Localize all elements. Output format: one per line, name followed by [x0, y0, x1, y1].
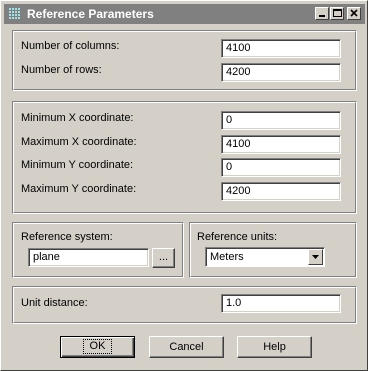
max-x-input[interactable]: 4100: [221, 135, 341, 154]
reference-parameters-dialog: Reference Parameters Number of columns: …: [0, 0, 368, 371]
max-y-label: Maximum Y coordinate:: [21, 183, 137, 195]
columns-input[interactable]: 4100: [221, 39, 341, 58]
min-x-label: Minimum X coordinate:: [21, 112, 134, 124]
browse-button[interactable]: ...: [152, 248, 175, 268]
min-y-label: Minimum Y coordinate:: [21, 159, 134, 171]
unit-distance-input[interactable]: 1.0: [221, 294, 341, 313]
close-icon: [350, 9, 358, 17]
title-bar[interactable]: Reference Parameters: [4, 4, 365, 24]
columns-label: Number of columns:: [21, 40, 120, 52]
minimize-button[interactable]: [315, 7, 329, 20]
reference-system-label: Reference system:: [21, 231, 113, 243]
reference-units-select[interactable]: Meters: [205, 247, 325, 267]
help-button[interactable]: Help: [237, 336, 312, 358]
unit-distance-label: Unit distance:: [21, 297, 88, 309]
dropdown-arrow-button[interactable]: [308, 249, 323, 265]
cancel-button[interactable]: Cancel: [149, 336, 224, 358]
max-y-input[interactable]: 4200: [221, 182, 341, 201]
max-x-label: Maximum X coordinate:: [21, 136, 137, 148]
min-y-input[interactable]: 0: [221, 158, 341, 177]
ok-button-label: OK: [82, 339, 113, 354]
rows-label: Number of rows:: [21, 64, 102, 76]
reference-units-label: Reference units:: [197, 231, 278, 243]
rows-input[interactable]: 4200: [221, 63, 341, 82]
close-button[interactable]: [347, 7, 361, 20]
maximize-button[interactable]: [330, 7, 344, 20]
reference-units-value: Meters: [210, 251, 244, 263]
maximize-icon: [333, 9, 342, 17]
min-x-input[interactable]: 0: [221, 111, 341, 130]
ok-button[interactable]: OK: [60, 336, 135, 358]
minimize-icon: [319, 15, 325, 17]
chevron-down-icon: [312, 255, 319, 259]
window-title: Reference Parameters: [27, 7, 154, 21]
reference-system-input[interactable]: plane: [28, 248, 149, 267]
grid-app-icon: [8, 7, 22, 21]
